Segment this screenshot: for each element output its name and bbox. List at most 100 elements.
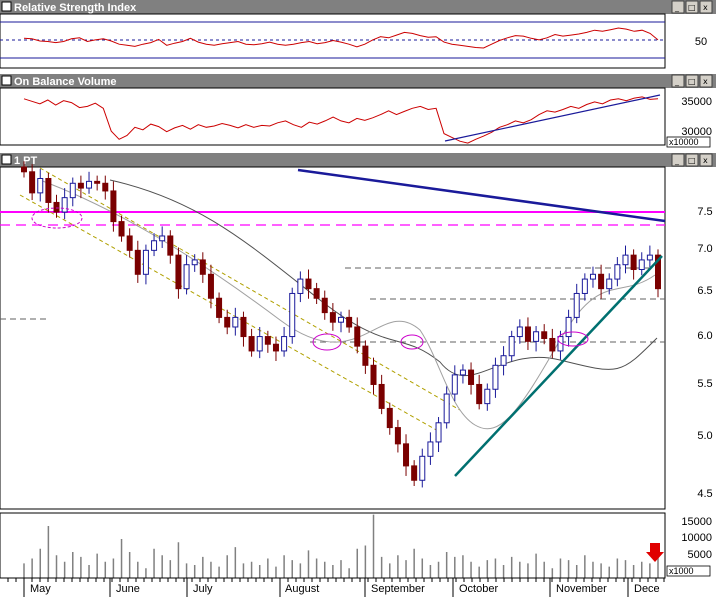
volume-bar — [63, 561, 66, 578]
volume-bar — [88, 565, 90, 578]
candle-body — [224, 316, 231, 328]
candle-body — [459, 369, 466, 376]
candle-body — [411, 465, 418, 481]
candle-body — [394, 427, 401, 445]
candle-body — [386, 407, 393, 429]
volume-bar — [275, 566, 277, 578]
rsi-title: Relative Strength Index — [14, 2, 137, 14]
volume-bar — [462, 555, 464, 578]
candle-body — [419, 455, 426, 481]
price-tick: 5.5 — [697, 378, 712, 390]
candle-body — [134, 249, 141, 275]
candle-body — [346, 316, 353, 328]
volume-bar — [551, 568, 554, 578]
maximize-icon: □ — [688, 77, 696, 86]
volume-bar — [226, 555, 228, 578]
candle-body — [289, 292, 296, 338]
volume-bar — [47, 526, 50, 578]
volume-bar — [153, 548, 155, 578]
price-tick: 4.5 — [697, 488, 712, 500]
volume-bar — [340, 560, 342, 578]
volume-multiplier: x1000 — [669, 566, 694, 576]
volume-bar — [527, 563, 529, 578]
candle-body — [207, 273, 214, 299]
month-label: June — [116, 583, 140, 595]
volume-tick-15000: 15000 — [681, 516, 712, 528]
candle-body — [175, 254, 182, 290]
volume-bar — [161, 555, 163, 578]
candle-body — [541, 331, 548, 339]
volume-bar — [413, 548, 415, 578]
candle-body — [614, 264, 621, 280]
volume-bar — [567, 560, 570, 578]
candle-body — [403, 443, 410, 467]
volume-bar — [600, 563, 602, 578]
volume-bar — [519, 561, 521, 578]
candle-body — [142, 249, 149, 275]
rsi-tick-50: 50 — [695, 36, 707, 48]
candle-body — [167, 235, 174, 256]
panel-menu-icon[interactable] — [1, 154, 12, 165]
volume-bar — [112, 558, 115, 578]
candle-body — [29, 171, 36, 194]
volume-bar — [31, 558, 33, 578]
month-label: October — [459, 583, 498, 595]
volume-bar — [421, 558, 424, 578]
volume-bar — [80, 556, 82, 578]
price-tick: 7.5 — [697, 206, 712, 218]
month-label: September — [371, 583, 425, 595]
volume-tick-5000: 5000 — [688, 549, 712, 561]
candle-body — [427, 441, 434, 457]
candle-body — [37, 177, 44, 194]
volume-bar — [397, 555, 399, 578]
volume-bar — [193, 565, 196, 578]
obv-panel: On Balance Volume _ □ x 35000 30000 x100… — [0, 74, 716, 148]
volume-bar — [267, 558, 269, 578]
candle-body — [646, 254, 653, 261]
volume-bar — [389, 563, 391, 578]
candle-body — [94, 180, 101, 184]
rsi-panel: Relative Strength Index _ □ x 50 — [0, 0, 716, 69]
volume-bar — [169, 560, 172, 578]
candle-body — [468, 369, 475, 385]
volume-bar — [218, 566, 220, 578]
volume-bar — [210, 561, 212, 578]
candle-body — [443, 393, 450, 424]
candle-body — [232, 316, 239, 328]
volume-bar — [478, 566, 480, 578]
volume-tick-10000: 10000 — [681, 532, 712, 544]
volume-bar — [445, 552, 448, 578]
panel-menu-icon[interactable] — [1, 75, 12, 86]
volume-bar — [364, 545, 367, 578]
obv-plot-area — [0, 87, 666, 146]
price-panel: 1 PT _ □ x 7.5 7.0 6.5 6.0 5.5 5.0 4.5 — [0, 153, 716, 510]
volume-bar — [234, 547, 237, 578]
candle-body — [216, 297, 223, 318]
rsi-window-buttons: _ □ x — [671, 0, 713, 14]
volume-bar — [242, 563, 245, 578]
volume-bar — [258, 565, 261, 578]
candle-body — [492, 364, 499, 390]
volume-bar — [177, 542, 180, 578]
obv-title: On Balance Volume — [14, 76, 117, 88]
candle-body — [313, 288, 320, 299]
obv-multiplier: x10000 — [669, 137, 699, 147]
month-label: November — [556, 583, 607, 595]
volume-bar — [502, 565, 505, 578]
candle-body — [110, 190, 117, 223]
volume-bar — [348, 568, 350, 578]
volume-bar — [128, 552, 131, 578]
volume-bar — [486, 560, 489, 578]
candle-body — [118, 221, 125, 237]
chart-window: Relative Strength Index _ □ x 50 On Bala… — [0, 0, 716, 597]
volume-bar — [649, 563, 651, 578]
candle-body — [53, 201, 60, 213]
volume-bar — [283, 555, 285, 578]
volume-bar — [624, 560, 627, 578]
panel-menu-icon[interactable] — [1, 1, 12, 12]
volume-bar — [55, 555, 58, 578]
candle-body — [151, 240, 158, 251]
candle-body — [69, 182, 76, 199]
candle-body — [589, 273, 596, 280]
maximize-icon: □ — [688, 156, 696, 165]
